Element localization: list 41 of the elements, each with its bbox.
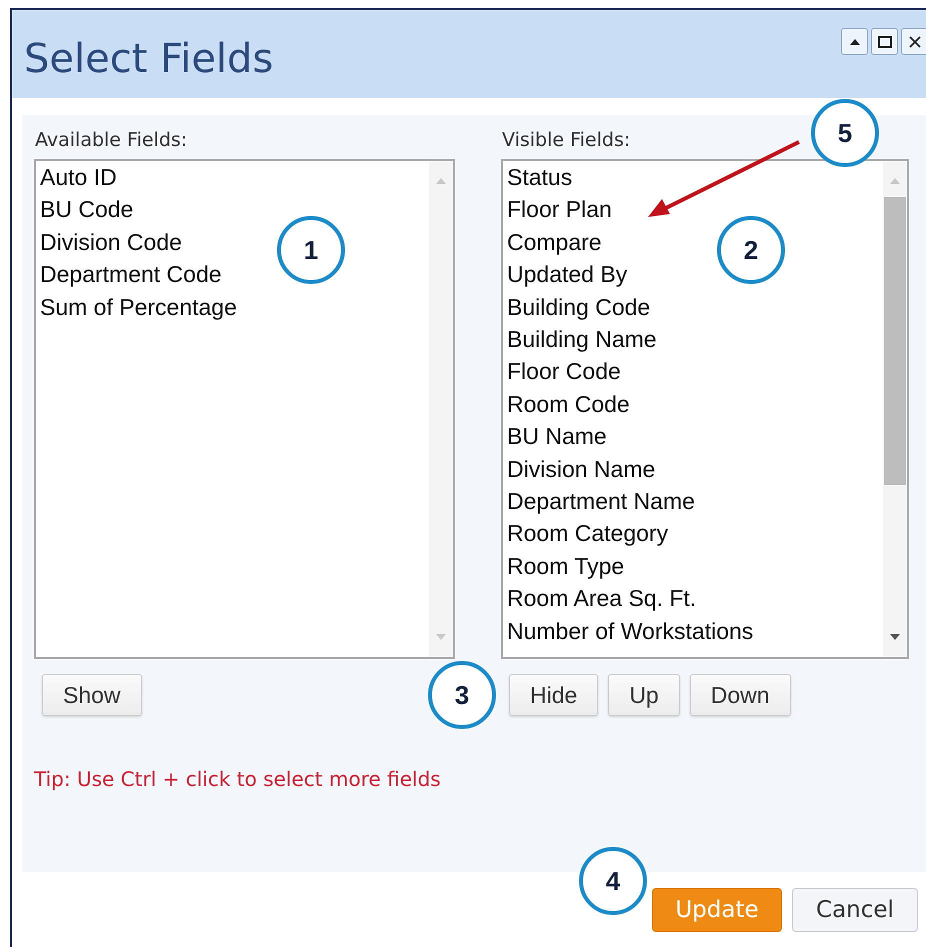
list-label: Visible Fields: — [502, 129, 630, 151]
list-action-button[interactable]: Up — [608, 674, 680, 716]
list-item[interactable]: BU Code — [40, 193, 134, 226]
list-item[interactable]: Department Code — [40, 258, 222, 291]
list-action-button[interactable]: Down — [690, 674, 791, 716]
close-icon — [908, 36, 920, 48]
scroll-up-icon[interactable] — [889, 177, 901, 185]
list-item[interactable]: BU Name — [507, 420, 607, 453]
list-item[interactable]: Room Category — [507, 517, 668, 550]
scrollbar[interactable] — [429, 161, 453, 657]
list-item[interactable]: Room Area Sq. Ft. — [507, 582, 696, 615]
tip-text: Tip: Use Ctrl + click to select more fields — [34, 767, 441, 791]
scroll-down-icon[interactable] — [889, 633, 901, 641]
caret-up-icon — [848, 38, 860, 46]
list-action-button[interactable]: Hide — [509, 674, 598, 716]
close-button[interactable] — [901, 28, 926, 55]
list-item[interactable]: Department Name — [507, 485, 695, 518]
list-label: Available Fields: — [35, 129, 188, 151]
show-button[interactable]: Show — [42, 674, 142, 716]
scroll-up-icon[interactable] — [435, 177, 447, 185]
list-item[interactable]: Building Code — [507, 290, 650, 324]
list-item[interactable]: Sum of Percentage — [40, 290, 237, 324]
list-item[interactable]: Division Code — [40, 226, 182, 258]
list-item[interactable]: Floor Plan — [507, 193, 612, 226]
scroll-thumb[interactable] — [884, 197, 906, 485]
collapse-button[interactable] — [841, 28, 868, 55]
list-item[interactable]: Status — [507, 161, 572, 194]
list-item[interactable]: Division Name — [507, 452, 656, 486]
list-item[interactable]: Floor Code — [507, 355, 621, 388]
list-item[interactable]: Room Code — [507, 388, 630, 420]
list-item[interactable]: Room Type — [507, 550, 624, 582]
scrollbar[interactable] — [883, 161, 907, 657]
window-title: Select Fields — [24, 36, 274, 82]
list-item[interactable]: Building Name — [507, 323, 657, 356]
list-item[interactable]: Compare — [507, 226, 602, 258]
list-item[interactable]: Auto ID — [40, 161, 117, 194]
maximize-button[interactable] — [871, 28, 898, 55]
list-item[interactable]: Updated By — [507, 258, 628, 291]
cancel-button[interactable]: Cancel — [792, 888, 918, 932]
list-item[interactable]: Number of Workstations — [507, 614, 754, 648]
maximize-icon — [878, 36, 892, 48]
